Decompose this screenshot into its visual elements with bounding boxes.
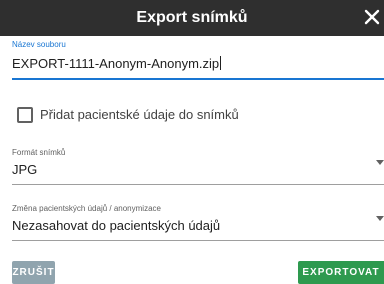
export-button[interactable]: EXPORTOVAT <box>298 261 384 284</box>
anonymization-value: Nezasahovat do pacientských údajů <box>12 218 221 233</box>
anonymization-label: Změna pacientských údajů / anonymizace <box>12 204 161 213</box>
text-cursor <box>220 56 222 70</box>
image-format-value: JPG <box>12 162 38 177</box>
filename-label: Název souboru <box>12 40 66 49</box>
anonymization-select[interactable]: Změna pacientských údajů / anonymizace N… <box>12 204 384 241</box>
filename-input[interactable]: EXPORT-1111-Anonym-Anonym.zip <box>12 56 384 72</box>
dropdown-arrow-icon <box>376 216 384 221</box>
dropdown-arrow-icon <box>376 160 384 165</box>
image-format-select[interactable]: Formát snímků JPG <box>12 148 384 185</box>
filename-value: EXPORT-1111-Anonym-Anonym.zip <box>12 56 220 71</box>
add-patient-data-checkbox[interactable] <box>17 107 33 123</box>
add-patient-data-label: Přidat pacientské údaje do snímků <box>40 107 239 122</box>
dialog-titlebar: Export snímků <box>0 0 384 36</box>
close-icon[interactable] <box>362 7 382 27</box>
cancel-button[interactable]: ZRUŠIT <box>12 261 55 284</box>
dialog-title: Export snímků <box>136 9 248 26</box>
image-format-label: Formát snímků <box>12 148 66 157</box>
filename-field[interactable]: Název souboru EXPORT-1111-Anonym-Anonym.… <box>12 40 384 80</box>
